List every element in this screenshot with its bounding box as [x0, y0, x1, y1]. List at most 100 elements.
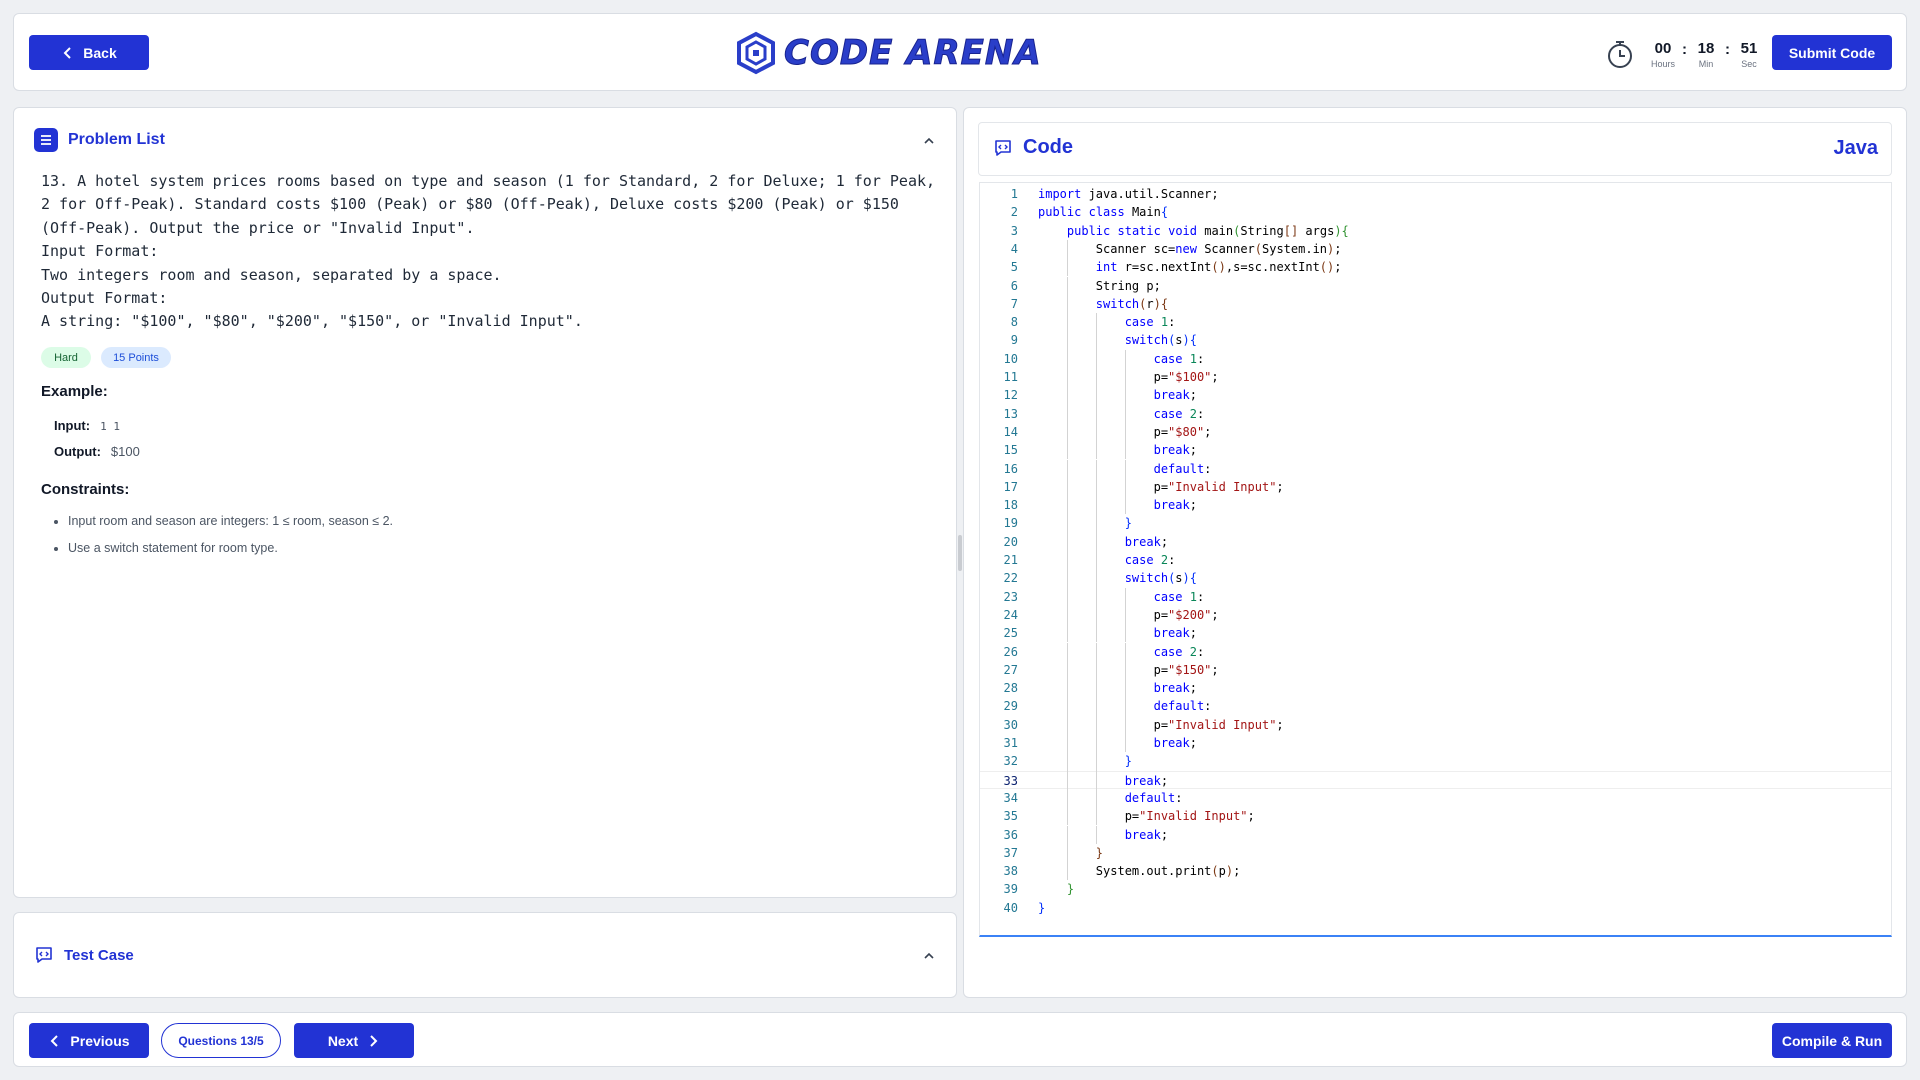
indent-guide	[1124, 368, 1126, 387]
code-text: public static void main(String[] args){	[1066, 223, 1349, 238]
code-line[interactable]: 23 case 1:	[980, 588, 1891, 606]
previous-button[interactable]: Previous	[29, 1023, 149, 1058]
timer-hours-label: Hours	[1650, 58, 1675, 69]
code-line[interactable]: 1 import java.util.Scanner;	[980, 185, 1891, 203]
code-line[interactable]: 19 }	[980, 514, 1891, 532]
test-case-header[interactable]: Test Case	[34, 945, 134, 965]
code-line[interactable]: 28 break;	[980, 679, 1891, 697]
code-text: System.out.print(p);	[1038, 864, 1241, 879]
line-number: 37	[1003, 845, 1018, 860]
code-text: }	[1038, 900, 1046, 915]
indent-guide	[1095, 587, 1097, 606]
line-number: 25	[1003, 626, 1018, 641]
line-number: 23	[1003, 589, 1018, 604]
problem-list-header[interactable]: Problem List	[34, 128, 165, 152]
code-line[interactable]: 18 break;	[980, 496, 1891, 514]
line-number: 40	[1003, 900, 1018, 915]
timer-minutes-value: 18	[1697, 39, 1715, 57]
chevron-up-icon[interactable]	[922, 949, 936, 963]
code-line[interactable]: 5 int r=sc.nextInt(),s=sc.nextInt();	[980, 258, 1891, 276]
code-text: default:	[1124, 790, 1183, 805]
code-line[interactable]: 15 break;	[980, 441, 1891, 459]
code-line[interactable]: 25 break;	[980, 624, 1891, 642]
code-text: break;	[1153, 681, 1197, 696]
code-line[interactable]: 17 p="Invalid Input";	[980, 478, 1891, 496]
code-text: break;	[1124, 773, 1169, 788]
code-line[interactable]: 39 }	[980, 880, 1891, 898]
indent-guide	[1095, 569, 1097, 588]
submit-code-button[interactable]: Submit Code	[1772, 35, 1892, 70]
code-line[interactable]: 16 default:	[980, 460, 1891, 478]
code-line[interactable]: 2 public class Main{	[980, 203, 1891, 221]
code-line[interactable]: 13 case 2:	[980, 405, 1891, 423]
indent-guide	[1095, 459, 1097, 478]
indent-guide	[1095, 313, 1097, 332]
line-number: 35	[1003, 809, 1018, 824]
indent-guide	[1066, 734, 1068, 753]
code-line[interactable]: 38 System.out.print(p);	[980, 862, 1891, 880]
example-output-value: $100	[110, 444, 140, 459]
code-line[interactable]: 8 case 1:	[980, 313, 1891, 331]
code-line[interactable]: 20 break;	[980, 533, 1891, 551]
code-line[interactable]: 7 switch(r){	[980, 295, 1891, 313]
line-number: 32	[1003, 754, 1018, 769]
constraints-title: Constraints:	[41, 481, 130, 498]
indent-guide	[1066, 477, 1068, 497]
code-line[interactable]: 29 default:	[980, 697, 1891, 715]
back-button[interactable]: Back	[29, 35, 149, 70]
test-case-title: Test Case	[64, 946, 134, 964]
code-editor[interactable]: 1 import java.util.Scanner; 2 public class …	[979, 182, 1892, 937]
constraints-list: Input room and season are integers: 1 ≤ …	[68, 514, 393, 568]
code-text: }	[1095, 845, 1104, 860]
code-text: p="$150";	[1038, 662, 1219, 677]
indent-guide	[1095, 532, 1097, 551]
code-line[interactable]: 3 public static void main(String[] args)…	[980, 222, 1891, 240]
code-line[interactable]: 14 p="$80";	[980, 423, 1891, 441]
chevron-up-icon[interactable]	[922, 134, 936, 148]
code-line[interactable]: 27 p="$150";	[980, 661, 1891, 679]
code-line[interactable]: 9 switch(s){	[980, 331, 1891, 349]
indent-guide	[1124, 386, 1126, 405]
language-label[interactable]: Java	[1834, 137, 1879, 160]
code-line[interactable]: 21 case 2:	[980, 551, 1891, 569]
code-line[interactable]: 37 }	[980, 844, 1891, 862]
code-line[interactable]: 22 switch(s){	[980, 569, 1891, 587]
indent-guide	[1095, 752, 1097, 771]
code-text: }	[1124, 754, 1132, 769]
code-line[interactable]: 40}	[980, 899, 1891, 917]
indent-guide	[1066, 605, 1068, 625]
code-bubble-icon	[36, 947, 52, 963]
code-line[interactable]: 10 case 1:	[980, 350, 1891, 368]
code-line[interactable]: 30 p="Invalid Input";	[980, 716, 1891, 734]
indent-guide	[1124, 441, 1126, 460]
code-text: case 1:	[1153, 589, 1205, 604]
code-line[interactable]: 26 case 2:	[980, 643, 1891, 661]
indent-guide	[1095, 514, 1097, 533]
code-line[interactable]: 11 p="$100";	[980, 368, 1891, 386]
code-line[interactable]: 32 }	[980, 752, 1891, 770]
code-line[interactable]: 35 p="Invalid Input";	[980, 807, 1891, 825]
compile-run-button[interactable]: Compile & Run	[1772, 1023, 1892, 1058]
indent-guide	[1066, 551, 1068, 570]
panel-resize-handle[interactable]	[958, 535, 962, 571]
code-line[interactable]: 34 default:	[980, 789, 1891, 807]
code-line[interactable]: 24 p="$200";	[980, 606, 1891, 624]
code-line[interactable]: 36 break;	[980, 826, 1891, 844]
code-line[interactable]: 6 String p;	[980, 277, 1891, 295]
example-output-label: Output:	[54, 444, 101, 459]
line-number: 18	[1003, 498, 1018, 513]
code-bubble-icon	[995, 139, 1011, 156]
code-line[interactable]: 4 Scanner sc=new Scanner(System.in);	[980, 240, 1891, 258]
indent-guide	[1066, 349, 1068, 368]
code-text: break;	[1153, 443, 1197, 458]
questions-indicator-button[interactable]: Questions 13/5	[161, 1023, 281, 1058]
next-button[interactable]: Next	[294, 1023, 414, 1058]
code-line[interactable]: 33 break;	[980, 770, 1891, 789]
example-input-value: 1 1	[100, 420, 120, 433]
example-output: Output: $100	[54, 444, 140, 459]
line-number: 22	[1003, 571, 1018, 586]
code-line[interactable]: 12 break;	[980, 386, 1891, 404]
indent-guide	[1066, 313, 1068, 332]
code-line[interactable]: 31 break;	[980, 734, 1891, 752]
indent-guide	[1066, 807, 1068, 826]
